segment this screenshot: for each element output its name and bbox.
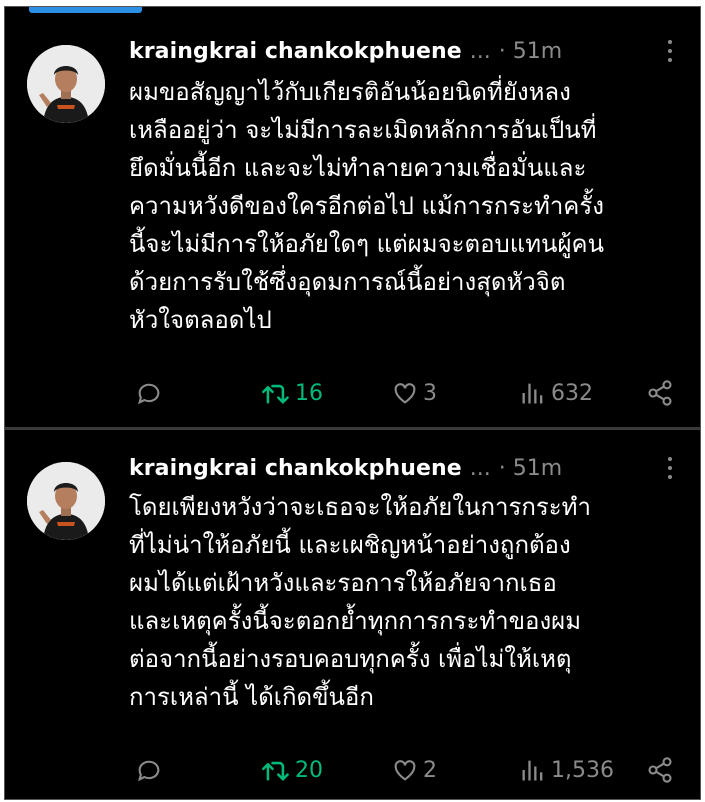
reply-icon (138, 760, 160, 782)
views-icon (522, 760, 543, 781)
share-button[interactable] (646, 752, 674, 788)
avatar[interactable] (27, 462, 105, 540)
post-header: kraingkrai chankokphuene ... · 51m (129, 450, 684, 486)
name-truncation: ... (469, 455, 491, 481)
like-count: 2 (423, 757, 437, 783)
post[interactable]: kraingkrai chankokphuene ... · 51m ผมขอส… (5, 7, 700, 427)
post[interactable]: kraingkrai chankokphuene ... · 51m โดยเพ… (5, 430, 700, 801)
share-button[interactable] (646, 375, 674, 411)
thread-view: kraingkrai chankokphuene ... · 51m ผมขอส… (4, 6, 701, 800)
heart-icon (394, 760, 416, 781)
views-count: 632 (551, 380, 593, 406)
repost-count: 20 (295, 757, 323, 783)
author-name[interactable]: kraingkrai chankokphuene (129, 456, 462, 481)
repost-icon (262, 761, 289, 781)
post-header: kraingkrai chankokphuene ... · 51m (129, 33, 684, 69)
post-actions: 20 2 1,536 (135, 752, 674, 788)
share-icon (648, 757, 672, 783)
heart-icon (394, 383, 416, 404)
more-icon[interactable] (660, 37, 680, 65)
repost-count: 16 (295, 380, 323, 406)
post-text: ผมขอสัญญาไว้กับเกียรติอันน้อยนิดที่ยังหล… (129, 78, 604, 334)
views-count: 1,536 (551, 757, 614, 783)
reply-button[interactable] (135, 375, 163, 411)
like-button[interactable]: 3 (391, 375, 437, 411)
views-button[interactable]: 632 (519, 375, 593, 411)
views-button[interactable]: 1,536 (519, 752, 614, 788)
reply-icon (138, 383, 160, 405)
repost-icon (262, 384, 289, 404)
views-icon (522, 383, 543, 404)
post-time[interactable]: · 51m (499, 456, 562, 481)
more-icon[interactable] (660, 454, 680, 482)
repost-button[interactable]: 16 (261, 375, 323, 411)
name-truncation: ... (469, 38, 491, 64)
like-count: 3 (423, 380, 437, 406)
share-icon (648, 380, 672, 406)
post-actions: 16 3 632 (135, 375, 674, 411)
post-text: โดยเพียงหวังว่าจะเธอจะให้อภัยในการกระทำ … (129, 493, 591, 711)
post-time[interactable]: · 51m (499, 39, 562, 64)
avatar[interactable] (27, 45, 105, 123)
repost-button[interactable]: 20 (261, 752, 323, 788)
reply-button[interactable] (135, 752, 163, 788)
author-name[interactable]: kraingkrai chankokphuene (129, 39, 462, 64)
like-button[interactable]: 2 (391, 752, 437, 788)
